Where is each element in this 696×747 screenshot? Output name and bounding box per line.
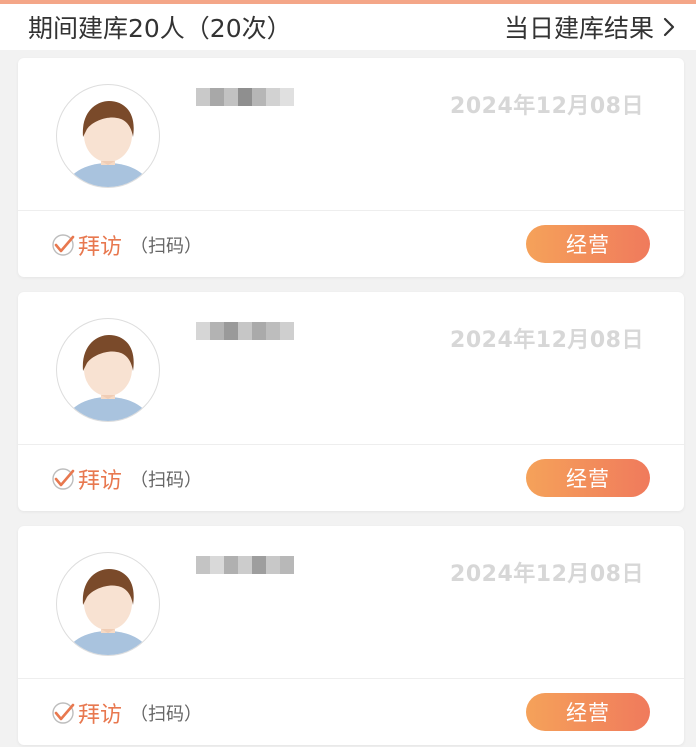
visit-label: 拜访 xyxy=(78,703,123,728)
record-date: 2024年12月08日 xyxy=(450,328,644,353)
default-avatar-icon xyxy=(66,101,150,187)
avatar xyxy=(56,84,160,188)
visit-status: 拜访 （扫码） xyxy=(50,697,202,729)
avatar xyxy=(56,552,160,656)
record-date: 2024年12月08日 xyxy=(450,94,644,119)
card-action-section: 拜访 （扫码） 经营 xyxy=(18,211,684,277)
default-avatar-icon xyxy=(66,569,150,655)
record-date: 2024年12月08日 xyxy=(450,562,644,587)
card-action-section: 拜访 （扫码） 经营 xyxy=(18,679,684,745)
card-info-section: 2024年12月08日 xyxy=(18,58,684,211)
check-circle-icon xyxy=(52,468,75,490)
visit-status: 拜访 （扫码） xyxy=(50,463,202,495)
customer-card[interactable]: 2024年12月08日 拜访 （扫码） 经营 xyxy=(18,526,684,745)
customer-name-masked xyxy=(196,556,296,574)
check-circle-icon xyxy=(52,702,75,724)
card-info-section: 2024年12月08日 xyxy=(18,292,684,445)
visit-label: 拜访 xyxy=(78,235,123,260)
visit-status: 拜访 （扫码） xyxy=(50,229,202,261)
customer-name-masked xyxy=(196,322,296,340)
customer-name-masked xyxy=(196,88,296,106)
manage-button[interactable]: 经营 xyxy=(526,225,650,263)
visit-method: （扫码） xyxy=(130,704,203,725)
card-info-section: 2024年12月08日 xyxy=(18,526,684,679)
avatar xyxy=(56,318,160,422)
visit-method: （扫码） xyxy=(130,470,203,491)
card-action-section: 拜访 （扫码） 经营 xyxy=(18,445,684,511)
period-count-label: 期间建库20人（20次） xyxy=(28,14,292,43)
default-avatar-icon xyxy=(66,335,150,421)
summary-header: 期间建库20人（20次） 当日建库结果 xyxy=(0,4,696,50)
manage-button[interactable]: 经营 xyxy=(526,459,650,497)
check-circle-icon xyxy=(52,234,75,256)
daily-result-link[interactable]: 当日建库结果 xyxy=(504,9,676,45)
visit-label: 拜访 xyxy=(78,469,123,494)
customer-card[interactable]: 2024年12月08日 拜访 （扫码） 经营 xyxy=(18,292,684,511)
visit-method: （扫码） xyxy=(130,236,203,257)
manage-button[interactable]: 经营 xyxy=(526,693,650,731)
customer-card[interactable]: 2024年12月08日 拜访 （扫码） 经营 xyxy=(18,58,684,277)
chevron-right-icon xyxy=(663,17,675,37)
daily-result-label: 当日建库结果 xyxy=(503,14,654,43)
